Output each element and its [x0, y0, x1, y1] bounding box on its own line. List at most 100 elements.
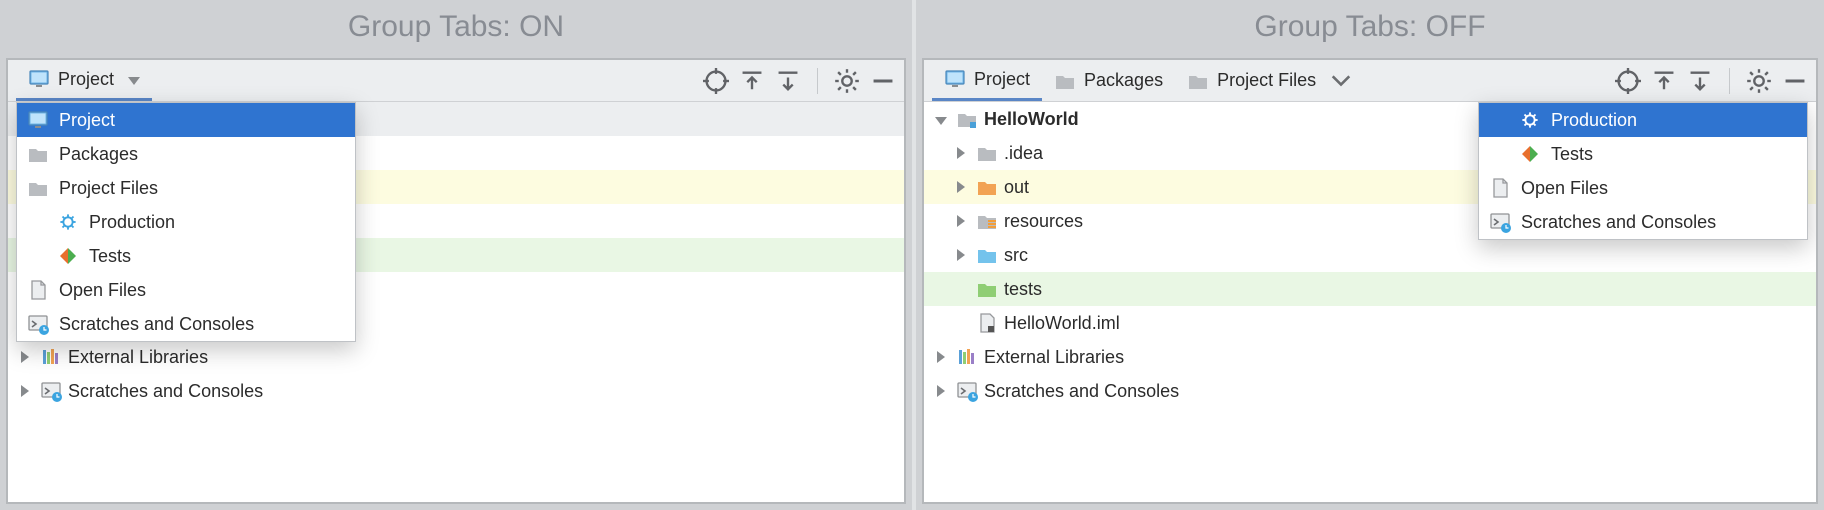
tabs-overflow-popup: Production Tests Open Files Scratches an…	[1478, 102, 1808, 240]
project-view-icon	[27, 109, 49, 131]
expand-icon[interactable]	[952, 245, 970, 266]
expand-icon[interactable]	[952, 211, 970, 232]
caption-right: Group Tabs: OFF	[916, 0, 1824, 54]
tab-packages[interactable]: Packages	[1042, 61, 1175, 101]
tab-label: Project	[974, 69, 1030, 90]
tests-icon	[1519, 143, 1541, 165]
tree-row-scratches[interactable]: Scratches and Consoles	[924, 374, 1816, 408]
separator	[1729, 68, 1730, 94]
folder-icon	[27, 177, 49, 199]
scratches-icon	[27, 313, 49, 335]
tree-row-external-libraries[interactable]: External Libraries	[8, 340, 904, 374]
expand-icon[interactable]	[952, 177, 970, 198]
panel-right: Project Packages Project Files	[922, 58, 1818, 504]
file-icon	[1489, 177, 1511, 199]
tree-label: External Libraries	[984, 347, 1124, 368]
tree-row-scratches[interactable]: Scratches and Consoles	[8, 374, 904, 408]
file-icon	[27, 279, 49, 301]
expand-icon[interactable]	[16, 381, 34, 402]
expand-all-button[interactable]	[739, 68, 765, 94]
tab-project-files[interactable]: Project Files	[1175, 61, 1328, 101]
expand-icon[interactable]	[932, 347, 950, 368]
expand-all-button[interactable]	[1651, 68, 1677, 94]
production-icon	[1519, 109, 1541, 131]
scratches-icon	[40, 380, 62, 402]
libraries-icon	[956, 346, 978, 368]
popup-item-open-files[interactable]: Open Files	[1479, 171, 1807, 205]
popup-label: Project	[59, 110, 115, 131]
iml-file-icon	[976, 312, 998, 334]
separator	[817, 68, 818, 94]
tree-row-src[interactable]: src	[924, 238, 1816, 272]
tab-label: Project Files	[1217, 70, 1316, 91]
popup-label: Project Files	[59, 178, 158, 199]
resources-folder-icon	[976, 210, 998, 232]
locate-button[interactable]	[703, 68, 729, 94]
tree-label: Scratches and Consoles	[984, 381, 1179, 402]
tree-row-iml[interactable]: HelloWorld.iml	[924, 306, 1816, 340]
popup-label: Packages	[59, 144, 138, 165]
expand-icon[interactable]	[952, 143, 970, 164]
project-view-icon	[28, 68, 50, 90]
tree-label: Scratches and Consoles	[68, 381, 263, 402]
tree-label: External Libraries	[68, 347, 208, 368]
caption-left: Group Tabs: ON	[0, 0, 912, 54]
popup-label: Tests	[89, 246, 131, 267]
collapse-all-button[interactable]	[775, 68, 801, 94]
hide-button[interactable]	[1782, 68, 1808, 94]
chevron-down-icon	[128, 69, 140, 90]
popup-item-scratches[interactable]: Scratches and Consoles	[17, 307, 355, 341]
tab-label: Packages	[1084, 70, 1163, 91]
tree-label: out	[1004, 177, 1029, 198]
popup-label: Scratches and Consoles	[1521, 212, 1716, 233]
tree-row-external-libraries[interactable]: External Libraries	[924, 340, 1816, 374]
project-view-icon	[944, 68, 966, 90]
tree-label: tests	[1004, 279, 1042, 300]
popup-label: Production	[89, 212, 175, 233]
scratches-icon	[1489, 211, 1511, 233]
view-switcher-popup: Project Packages Project Files Productio…	[16, 102, 356, 342]
popup-item-packages[interactable]: Packages	[17, 137, 355, 171]
popup-label: Production	[1551, 110, 1637, 131]
folder-icon	[1054, 70, 1076, 92]
popup-label: Open Files	[1521, 178, 1608, 199]
settings-button[interactable]	[834, 68, 860, 94]
folder-green-icon	[976, 278, 998, 300]
view-switcher-label: Project	[58, 69, 114, 90]
panel-header-left: Project	[8, 60, 904, 102]
settings-button[interactable]	[1746, 68, 1772, 94]
popup-label: Open Files	[59, 280, 146, 301]
tree-label: src	[1004, 245, 1028, 266]
popup-item-project[interactable]: Project	[17, 103, 355, 137]
locate-button[interactable]	[1615, 68, 1641, 94]
folder-icon	[1187, 70, 1209, 92]
tree-label: resources	[1004, 211, 1083, 232]
panel-header-right: Project Packages Project Files	[924, 60, 1816, 102]
folder-icon	[27, 143, 49, 165]
tabs-overflow-button[interactable]	[1328, 68, 1354, 94]
popup-item-production[interactable]: Production	[1479, 103, 1807, 137]
module-icon	[956, 108, 978, 130]
tree-label: HelloWorld	[984, 109, 1079, 130]
tab-project[interactable]: Project	[932, 61, 1042, 101]
hide-button[interactable]	[870, 68, 896, 94]
tree-row-tests[interactable]: tests	[924, 272, 1816, 306]
popup-label: Tests	[1551, 144, 1593, 165]
view-switcher[interactable]: Project	[16, 61, 152, 101]
popup-item-production[interactable]: Production	[17, 205, 355, 239]
collapse-icon[interactable]	[932, 109, 950, 130]
popup-item-open-files[interactable]: Open Files	[17, 273, 355, 307]
folder-orange-icon	[976, 176, 998, 198]
expand-icon[interactable]	[16, 347, 34, 368]
popup-label: Scratches and Consoles	[59, 314, 254, 335]
expand-icon[interactable]	[932, 381, 950, 402]
popup-item-scratches[interactable]: Scratches and Consoles	[1479, 205, 1807, 239]
popup-item-project-files[interactable]: Project Files	[17, 171, 355, 205]
tree-label: HelloWorld.iml	[1004, 313, 1120, 334]
panel-left: Project	[6, 58, 906, 504]
popup-item-tests[interactable]: Tests	[17, 239, 355, 273]
tree-label: .idea	[1004, 143, 1043, 164]
collapse-all-button[interactable]	[1687, 68, 1713, 94]
libraries-icon	[40, 346, 62, 368]
popup-item-tests[interactable]: Tests	[1479, 137, 1807, 171]
